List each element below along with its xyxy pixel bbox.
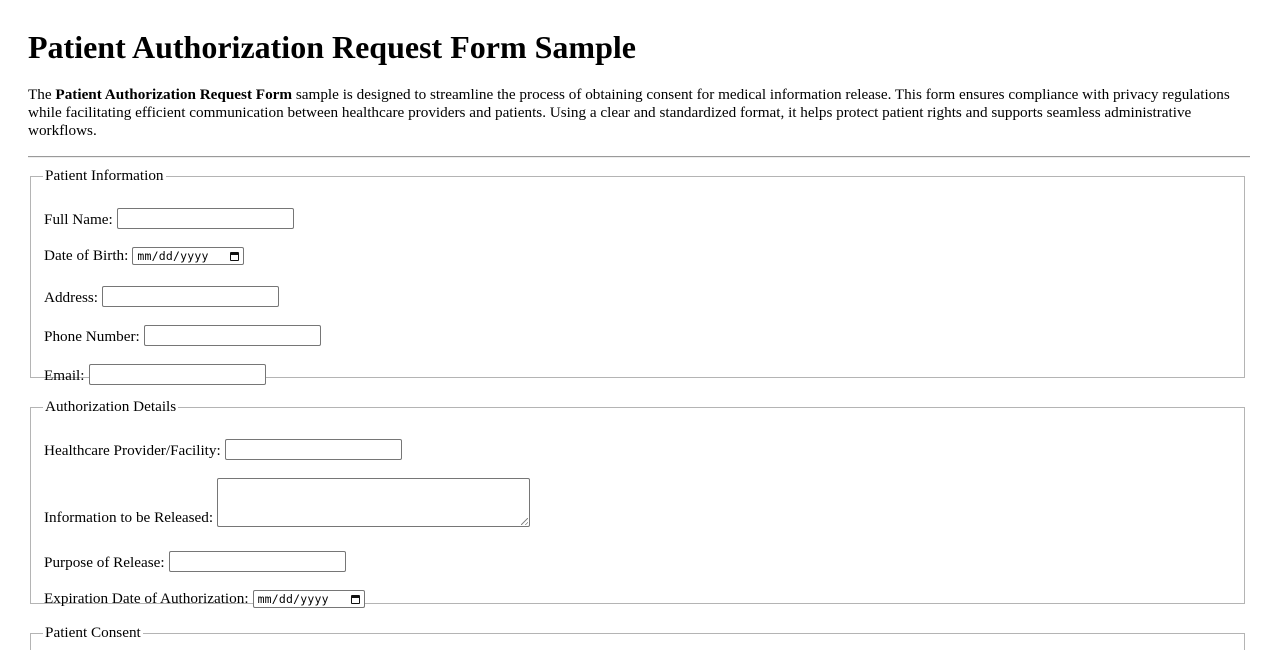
address-label: Address: — [44, 289, 98, 306]
email-input[interactable] — [88, 364, 266, 385]
phone-number-row: Phone Number: — [44, 325, 321, 346]
full-name-row: Full Name: — [44, 208, 294, 229]
patient-information-legend: Patient Information — [45, 167, 164, 184]
patient-information-fieldset: Patient Information Full Name: Date of B… — [30, 167, 1245, 385]
address-row: Address: — [44, 286, 279, 307]
information-released-label: Information to be Released: — [44, 509, 214, 526]
date-of-birth-row: Date of Birth: mm/dd/yyyy — [44, 247, 245, 265]
purpose-label: Purpose of Release: — [44, 554, 165, 571]
provider-row: Healthcare Provider/Facility: — [44, 439, 402, 460]
date-of-birth-placeholder: mm/dd/yyyy — [137, 249, 209, 263]
resize-grip-icon[interactable] — [521, 518, 529, 525]
calendar-icon[interactable] — [230, 251, 240, 261]
expiration-date-placeholder: mm/dd/yyyy — [257, 592, 329, 606]
purpose-input[interactable] — [168, 551, 346, 572]
intro-bold-form-name: Patient Authorization Request Form — [55, 86, 293, 103]
intro-paragraph: The Patient Authorization Request Form s… — [28, 86, 1250, 140]
provider-label: Healthcare Provider/Facility: — [44, 442, 221, 459]
date-of-birth-input[interactable]: mm/dd/yyyy — [132, 247, 245, 265]
information-released-row: Information to be Released: — [44, 478, 531, 527]
patient-consent-legend: Patient Consent — [45, 624, 141, 641]
authorization-details-fieldset: Authorization Details Healthcare Provide… — [30, 398, 1245, 608]
intro-prefix: The — [28, 86, 56, 103]
calendar-icon[interactable] — [350, 594, 360, 604]
information-released-textarea[interactable] — [217, 478, 531, 527]
purpose-row: Purpose of Release: — [44, 551, 346, 572]
expiration-date-label: Expiration Date of Authorization: — [44, 590, 249, 607]
expiration-date-row: Expiration Date of Authorization: mm/dd/… — [44, 590, 365, 608]
date-of-birth-label: Date of Birth: — [44, 247, 129, 264]
horizontal-divider — [28, 156, 1250, 158]
email-row: Email: — [44, 364, 266, 385]
full-name-label: Full Name: — [44, 211, 113, 228]
page-title: Patient Authorization Request Form Sampl… — [28, 29, 636, 65]
address-input[interactable] — [102, 286, 279, 307]
expiration-date-input[interactable]: mm/dd/yyyy — [252, 590, 365, 608]
phone-number-label: Phone Number: — [44, 328, 140, 345]
full-name-input[interactable] — [116, 208, 294, 229]
authorization-details-legend: Authorization Details — [45, 398, 177, 415]
phone-number-input[interactable] — [143, 325, 321, 346]
email-label: Email: — [44, 367, 85, 384]
patient-consent-fieldset: Patient Consent — [30, 624, 1245, 650]
provider-input[interactable] — [224, 439, 402, 460]
